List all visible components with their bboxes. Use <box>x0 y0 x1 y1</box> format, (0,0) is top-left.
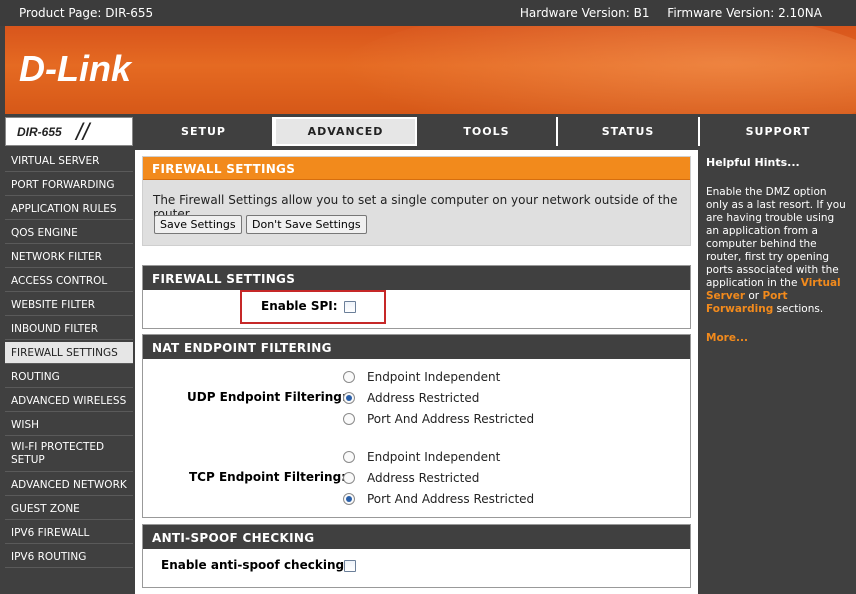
sidebar-item-inbound-filter[interactable]: INBOUND FILTER <box>5 318 133 340</box>
main-content: FIREWALL SETTINGS The Firewall Settings … <box>135 150 698 594</box>
sidebar-item-virtual-server[interactable]: VIRTUAL SERVER <box>5 150 133 172</box>
sidebar-item-website-filter[interactable]: WEBSITE FILTER <box>5 294 133 316</box>
banner-decoration <box>336 26 856 114</box>
hardware-version: Hardware Version: B1 <box>519 6 650 20</box>
anti-spoof-label: Enable anti-spoof checking: <box>161 558 349 572</box>
udp-port-address-restricted-radio[interactable] <box>343 413 355 425</box>
tcp-port-address-restricted-radio[interactable] <box>343 493 355 505</box>
udp-address-restricted-radio[interactable] <box>343 392 355 404</box>
helpful-hints-panel: Helpful Hints... Enable the DMZ option o… <box>700 150 856 594</box>
udp-filtering-label: UDP Endpoint Filtering: <box>187 390 347 404</box>
section-title: FIREWALL SETTINGS <box>143 266 690 290</box>
sidebar-item-firewall-settings[interactable]: FIREWALL SETTINGS <box>5 342 133 364</box>
tab-setup[interactable]: SETUP <box>135 117 274 146</box>
model-name: DIR-655 <box>17 125 62 139</box>
sidebar-item-advanced-wireless[interactable]: ADVANCED WIRELESS <box>5 390 133 412</box>
tcp-option-label: Endpoint Independent <box>367 450 501 464</box>
section-title: ANTI-SPOOF CHECKING <box>143 525 690 549</box>
intro-title: FIREWALL SETTINGS <box>143 157 690 180</box>
more-hints-link[interactable]: More... <box>706 332 850 345</box>
sidebar-item-application-rules[interactable]: APPLICATION RULES <box>5 198 133 220</box>
hints-title: Helpful Hints... <box>706 156 800 169</box>
hints-or: or <box>745 290 763 302</box>
product-page-label: Product Page: DIR-655 <box>19 6 154 20</box>
sidebar-item-ipv6-firewall[interactable]: IPV6 FIREWALL <box>5 522 133 544</box>
section-title: NAT ENDPOINT FILTERING <box>143 335 690 359</box>
firewall-settings-section: FIREWALL SETTINGS Enable SPI: <box>142 265 691 329</box>
tab-advanced[interactable]: ADVANCED <box>274 117 417 146</box>
sidebar-item-advanced-network[interactable]: ADVANCED NETWORK <box>5 474 133 496</box>
spi-highlight-box <box>240 290 386 324</box>
sidebar-item-wish[interactable]: WISH <box>5 414 133 436</box>
anti-spoof-section: ANTI-SPOOF CHECKING Enable anti-spoof ch… <box>142 524 691 588</box>
main-nav: SETUP ADVANCED TOOLS STATUS SUPPORT <box>135 117 856 146</box>
model-badge: DIR-655 // <box>5 117 133 146</box>
hints-body: Enable the DMZ option only as a last res… <box>706 186 846 289</box>
sidebar-item-routing[interactable]: ROUTING <box>5 366 133 388</box>
sidebar-item-network-filter[interactable]: NETWORK FILTER <box>5 246 133 268</box>
model-slashes: // <box>76 119 90 146</box>
tab-tools[interactable]: TOOLS <box>417 117 558 146</box>
tab-support[interactable]: SUPPORT <box>700 117 856 146</box>
tab-status[interactable]: STATUS <box>558 117 700 146</box>
anti-spoof-checkbox[interactable] <box>344 560 356 572</box>
sidebar-item-access-control[interactable]: ACCESS CONTROL <box>5 270 133 292</box>
udp-option-label: Address Restricted <box>367 391 480 405</box>
top-info-bar: Product Page: DIR-655 Hardware Version: … <box>0 0 856 26</box>
sidebar-item-port-forwarding[interactable]: PORT FORWARDING <box>5 174 133 196</box>
save-settings-button[interactable]: Save Settings <box>154 215 242 234</box>
dlink-logo: D-Link <box>19 48 131 89</box>
nat-endpoint-section: NAT ENDPOINT FILTERING UDP Endpoint Filt… <box>142 334 691 518</box>
version-info: Hardware Version: B1 Firmware Version: 2… <box>506 6 822 20</box>
intro-box: FIREWALL SETTINGS The Firewall Settings … <box>142 156 691 246</box>
udp-option-label: Port And Address Restricted <box>367 412 535 426</box>
brand-banner: D-Link <box>5 26 856 114</box>
tcp-filtering-label: TCP Endpoint Filtering: <box>189 470 346 484</box>
firmware-version: Firmware Version: 2.10NA <box>667 6 822 20</box>
hints-tail: sections. <box>773 303 824 315</box>
tcp-endpoint-independent-radio[interactable] <box>343 451 355 463</box>
dont-save-settings-button[interactable]: Don't Save Settings <box>246 215 367 234</box>
sidebar-item-wifi-protected-setup[interactable]: WI-FI PROTECTED SETUP <box>5 438 133 472</box>
tcp-option-label: Port And Address Restricted <box>367 492 535 506</box>
tcp-address-restricted-radio[interactable] <box>343 472 355 484</box>
udp-endpoint-independent-radio[interactable] <box>343 371 355 383</box>
tcp-option-label: Address Restricted <box>367 471 480 485</box>
hints-text: Enable the DMZ option only as a last res… <box>706 186 850 316</box>
udp-option-label: Endpoint Independent <box>367 370 501 384</box>
sidebar-item-guest-zone[interactable]: GUEST ZONE <box>5 498 133 520</box>
sidebar-item-qos-engine[interactable]: QOS ENGINE <box>5 222 133 244</box>
sidebar-menu: VIRTUAL SERVER PORT FORWARDING APPLICATI… <box>5 150 133 570</box>
sidebar-item-ipv6-routing[interactable]: IPV6 ROUTING <box>5 546 133 568</box>
